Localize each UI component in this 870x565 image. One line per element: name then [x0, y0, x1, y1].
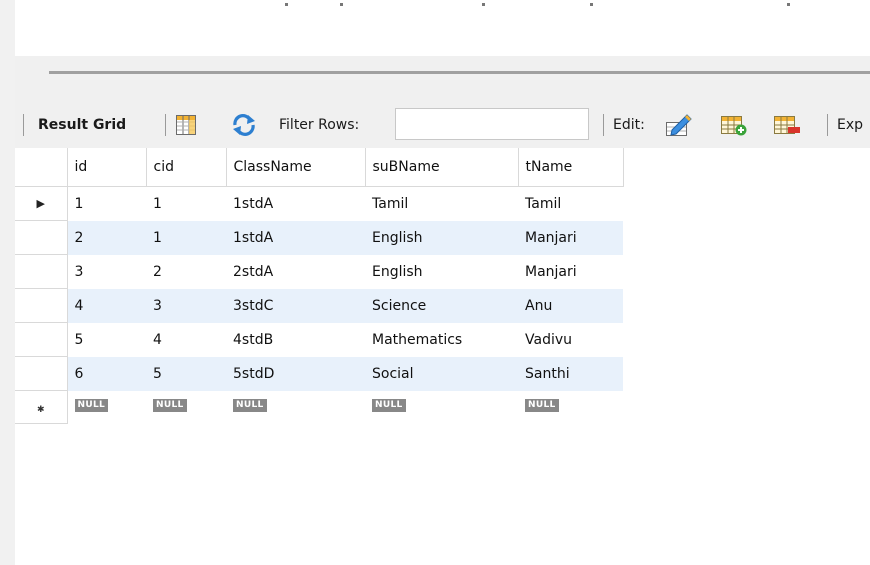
result-grid-toolbar: Result Grid Filter Rows: Edit: Exp [15, 104, 870, 146]
table-cell[interactable]: 1 [67, 186, 146, 221]
edit-label: Edit: [613, 117, 645, 133]
refresh-icon[interactable] [231, 104, 257, 146]
add-row-icon[interactable] [720, 104, 748, 146]
table-row[interactable]: 3 2 2stdA English Manjari [15, 254, 623, 289]
table-row[interactable]: 2 1 1stdA English Manjari [15, 220, 623, 255]
table-cell[interactable]: Social [365, 356, 518, 391]
table-cell[interactable]: English [365, 220, 518, 255]
cropped-top-edge [285, 3, 790, 6]
table-cell[interactable]: Science [365, 288, 518, 323]
table-cell[interactable]: 5 [67, 322, 146, 357]
null-badge: NULL [74, 398, 109, 412]
table-cell[interactable]: 2 [146, 254, 226, 289]
panel-divider[interactable] [49, 71, 870, 74]
top-area [15, 0, 870, 56]
table-cell[interactable]: NULL [518, 390, 623, 424]
null-badge: NULL [233, 398, 267, 412]
table-cell[interactable]: 3 [67, 254, 146, 289]
toolbar-separator [827, 114, 828, 136]
toolbar-separator [23, 114, 24, 136]
table-row[interactable]: 5 4 4stdB Mathematics Vadivu [15, 322, 623, 357]
header-row: id cid ClassName suBName tName [15, 148, 624, 187]
null-badge: NULL [153, 398, 187, 412]
row-selector[interactable] [15, 254, 68, 289]
null-badge: NULL [525, 398, 559, 412]
table-cell[interactable]: NULL [226, 390, 365, 424]
new-row[interactable]: ✱ NULL NULL NULL NULL NULL [15, 390, 623, 424]
filter-rows-input[interactable] [395, 108, 589, 140]
table-cell[interactable]: 3 [146, 288, 226, 323]
table-cell[interactable]: 2 [67, 220, 146, 255]
table-cell[interactable]: 4 [146, 322, 226, 357]
table-row[interactable]: 4 3 3stdC Science Anu [15, 288, 623, 323]
column-header[interactable]: cid [146, 148, 227, 187]
table-cell[interactable]: 1stdA [226, 220, 365, 255]
new-row-marker-icon[interactable]: ✱ [15, 390, 68, 424]
table-cell[interactable]: Manjari [518, 220, 623, 255]
table-cell[interactable]: 1 [146, 220, 226, 255]
table-cell[interactable]: 1 [146, 186, 226, 221]
table-cell[interactable]: NULL [67, 390, 146, 424]
filter-rows-label: Filter Rows: [279, 117, 360, 133]
table-cell[interactable]: NULL [146, 390, 226, 424]
row-selector-header[interactable] [15, 148, 68, 187]
export-label[interactable]: Exp [837, 104, 863, 146]
edit-pencil-icon[interactable] [665, 104, 693, 146]
table-cell[interactable]: Anu [518, 288, 623, 323]
table-cell[interactable]: 1stdA [226, 186, 365, 221]
null-badge: NULL [372, 398, 406, 412]
table-cell[interactable]: 5stdD [226, 356, 365, 391]
table-cell[interactable]: 6 [67, 356, 146, 391]
table-cell[interactable]: English [365, 254, 518, 289]
row-selector[interactable] [15, 288, 68, 323]
row-selector[interactable] [15, 220, 68, 255]
table-cell[interactable]: Manjari [518, 254, 623, 289]
table-cell[interactable]: Santhi [518, 356, 623, 391]
column-header[interactable]: tName [518, 148, 624, 187]
table-cell[interactable]: 3stdC [226, 288, 365, 323]
result-grid-tab[interactable]: Result Grid [38, 104, 126, 146]
toolbar-separator [165, 114, 166, 136]
column-header[interactable]: id [67, 148, 147, 187]
table-cell[interactable]: Tamil [518, 186, 623, 221]
row-selector[interactable] [15, 322, 68, 357]
table-row[interactable]: ▶ 1 1 1stdA Tamil Tamil [15, 186, 623, 221]
delete-row-icon[interactable] [773, 104, 801, 146]
row-selector[interactable] [15, 356, 68, 391]
left-edge-strip [0, 0, 15, 565]
table-cell[interactable]: Mathematics [365, 322, 518, 357]
table-cell[interactable]: NULL [365, 390, 518, 424]
result-grid-table: id cid ClassName suBName tName ▶ 1 1 1st… [15, 148, 624, 424]
table-row[interactable]: 6 5 5stdD Social Santhi [15, 356, 623, 391]
toolbar-separator [603, 114, 604, 136]
table-cell[interactable]: Tamil [365, 186, 518, 221]
table-cell[interactable]: 5 [146, 356, 226, 391]
column-header[interactable]: suBName [365, 148, 519, 187]
column-header[interactable]: ClassName [226, 148, 366, 187]
current-row-marker-icon[interactable]: ▶ [15, 186, 68, 221]
table-cell[interactable]: 4stdB [226, 322, 365, 357]
table-cell[interactable]: 4 [67, 288, 146, 323]
grid-layout-icon[interactable] [175, 104, 197, 146]
table-cell[interactable]: Vadivu [518, 322, 623, 357]
table-cell[interactable]: 2stdA [226, 254, 365, 289]
